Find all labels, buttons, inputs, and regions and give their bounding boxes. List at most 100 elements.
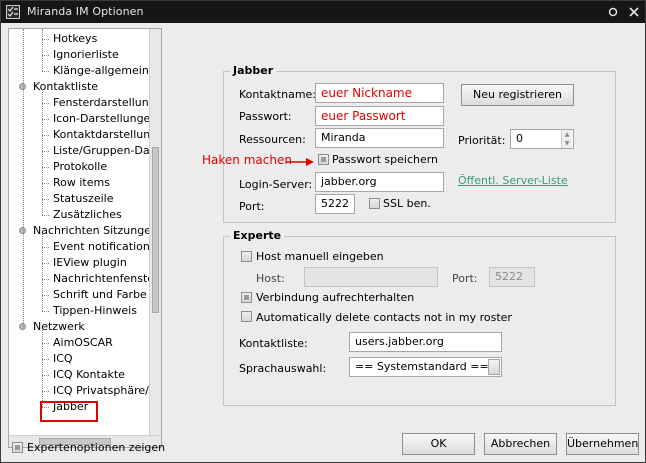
- jabber-highlight-box: [40, 401, 98, 422]
- language-label: Sprachauswahl:: [239, 362, 327, 375]
- tree-item[interactable]: Tippen-Hinweis: [53, 303, 137, 319]
- language-select[interactable]: == Systemstandard ==: [349, 357, 502, 377]
- tree-connector: [42, 135, 49, 136]
- ssl-checkbox[interactable]: [369, 198, 380, 209]
- annotation-text: Haken machen: [202, 153, 292, 167]
- tree-connector: [42, 295, 49, 296]
- tree-item[interactable]: Zusätzliches: [53, 207, 122, 223]
- contact-name-label: Kontaktname:: [239, 88, 317, 101]
- apply-button[interactable]: Übernehmen: [566, 433, 639, 455]
- help-icon[interactable]: [605, 4, 621, 20]
- tree-connector: [42, 39, 49, 40]
- priority-spinner[interactable]: ▲ ▼: [561, 130, 572, 148]
- resource-label: Ressourcen:: [239, 133, 306, 146]
- ok-button[interactable]: OK: [402, 433, 475, 455]
- tree-connector: [42, 359, 49, 360]
- tree-connector: [42, 103, 49, 104]
- tree-item[interactable]: Schrift und Farbe: [53, 287, 147, 303]
- tree-item[interactable]: Kontaktdarstellung: [53, 127, 157, 143]
- host-label: Host:: [256, 272, 285, 285]
- language-value: == Systemstandard ==: [355, 360, 489, 373]
- tree-item[interactable]: Nachrichtenfenster: [53, 271, 159, 287]
- tree-item[interactable]: Klänge-allgemein: [53, 63, 149, 79]
- save-password-label: Passwort speichern: [332, 153, 439, 166]
- tree-item[interactable]: ICQ Kontakte: [53, 367, 125, 383]
- tree-item[interactable]: Icon-Darstellungen: [53, 111, 157, 127]
- login-server-label: Login-Server:: [239, 178, 313, 191]
- register-button[interactable]: Neu registrieren: [461, 84, 574, 106]
- tree-vscroll-thumb[interactable]: [152, 147, 159, 313]
- expert-port-label: Port:: [452, 272, 478, 285]
- tree-connector: [42, 375, 49, 376]
- expert-options-label: Expertenoptionen zeigen: [27, 441, 166, 454]
- window-title: Miranda IM Optionen: [27, 5, 144, 18]
- port-input[interactable]: 5222: [315, 194, 355, 214]
- tree-connector: [42, 89, 43, 215]
- contact-list-input[interactable]: users.jabber.org: [349, 332, 502, 352]
- jabber-group-title: Jabber: [230, 64, 277, 77]
- tree-item[interactable]: Hotkeys: [53, 31, 97, 47]
- priority-value: 0: [516, 132, 523, 145]
- close-icon[interactable]: [626, 4, 642, 20]
- expert-options-checkbox[interactable]: [12, 442, 23, 453]
- tree-connector: [42, 151, 49, 152]
- tree-connector: [42, 199, 49, 200]
- resource-input[interactable]: Miranda: [315, 128, 444, 148]
- tree-connector: [42, 119, 49, 120]
- tree-item[interactable]: Ignorierliste: [53, 47, 119, 63]
- port-label: Port:: [239, 200, 265, 213]
- annotation-arrow-icon: [286, 158, 314, 166]
- dialog-client: Hotkeys Ignorierliste Klänge-allgemein Kont…: [1, 23, 645, 462]
- tree-item[interactable]: Event notifications: [53, 239, 156, 255]
- tree-connector: [42, 183, 49, 184]
- tree-item[interactable]: Protokolle: [53, 159, 107, 175]
- contact-name-input[interactable]: euer Nickname: [315, 83, 444, 103]
- tree-connector: [23, 29, 24, 327]
- tree-connector: [42, 247, 49, 248]
- tree-item[interactable]: Row items: [53, 175, 110, 191]
- cancel-button[interactable]: Abbrechen: [484, 433, 557, 455]
- dropdown-arrow-icon[interactable]: [488, 359, 500, 375]
- auto-delete-checkbox[interactable]: [241, 311, 252, 322]
- tree-connector: [42, 311, 49, 312]
- tree-item[interactable]: ICQ: [53, 351, 73, 367]
- tree-connector: [42, 263, 49, 264]
- contact-list-label: Kontaktliste:: [239, 337, 308, 350]
- tree-vertical-scrollbar[interactable]: [149, 29, 161, 435]
- priority-label: Priorität:: [458, 134, 506, 147]
- tree-connector: [42, 167, 49, 168]
- tree-item-label: Nachrichten Sitzungen: [33, 224, 158, 237]
- tree-item[interactable]: Fensterdarstellung: [53, 95, 156, 111]
- manual-host-checkbox[interactable]: [241, 251, 252, 262]
- keep-alive-checkbox[interactable]: [241, 292, 252, 303]
- tree-connector: [42, 215, 49, 216]
- tree-connector: [42, 233, 43, 311]
- ssl-label: SSL ben.: [383, 197, 431, 210]
- spin-down-icon[interactable]: ▼: [562, 139, 572, 148]
- tree-item[interactable]: ICQ Privatsphäre/Ar: [53, 383, 161, 399]
- tree-item[interactable]: IEView plugin: [53, 255, 127, 271]
- password-input[interactable]: euer Passwort: [315, 106, 444, 126]
- tree-connector: [42, 29, 43, 71]
- server-list-link[interactable]: Öffentl. Server-Liste: [458, 174, 568, 188]
- save-password-checkbox[interactable]: [318, 154, 329, 165]
- title-bar[interactable]: Miranda IM Optionen: [1, 1, 645, 23]
- options-tree[interactable]: Hotkeys Ignorierliste Klänge-allgemein Kont…: [8, 28, 162, 448]
- tree-item[interactable]: AimOSCAR: [53, 335, 113, 351]
- tree-connector: [42, 55, 49, 56]
- spin-up-icon[interactable]: ▲: [562, 130, 572, 139]
- priority-input[interactable]: 0 ▲ ▼: [510, 129, 574, 149]
- tree-item[interactable]: Statuszeile: [53, 191, 113, 207]
- manual-host-label: Host manuell eingeben: [256, 250, 384, 263]
- tree-connector: [42, 343, 49, 344]
- options-window: Miranda IM Optionen Hotkeys Ignorierliste…: [0, 0, 646, 463]
- expert-port-input[interactable]: 5222: [489, 267, 535, 287]
- login-server-input[interactable]: jabber.org: [315, 172, 444, 192]
- password-label: Passwort:: [239, 110, 292, 123]
- tree-connector: [42, 391, 49, 392]
- tree-item-label: Netzwerk: [33, 320, 85, 333]
- keep-alive-label: Verbindung aufrechterhalten: [256, 291, 415, 304]
- host-input[interactable]: [304, 267, 438, 287]
- auto-delete-label: Automatically delete contacts not in my …: [256, 311, 512, 324]
- tree-item[interactable]: Liste/Gruppen-Darst: [53, 143, 161, 159]
